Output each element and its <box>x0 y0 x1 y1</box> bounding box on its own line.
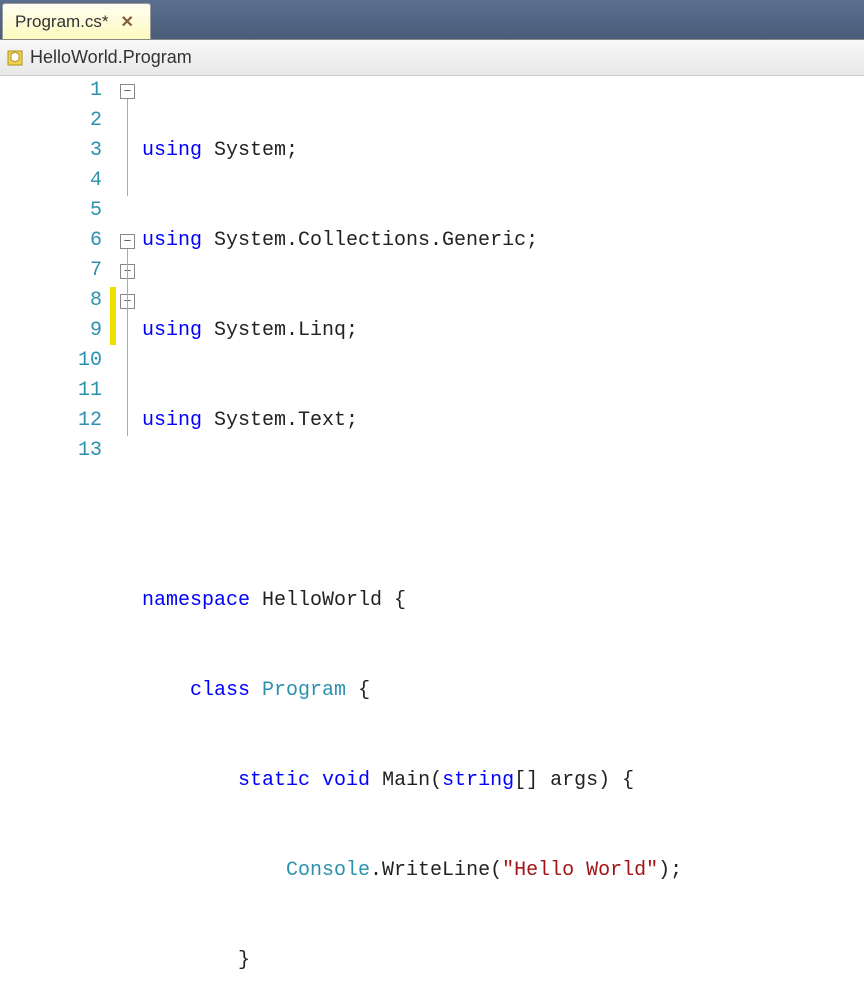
code-line: using System.Text; <box>142 406 682 436</box>
navigation-bar: HelloWorld.Program <box>0 40 864 76</box>
code-editor[interactable]: 1 2 3 4 5 6 7 8 9 10 11 12 13 − − − − us… <box>0 76 864 1008</box>
code-line: static void Main(string[] args) { <box>142 766 682 796</box>
tab-program-cs[interactable]: Program.cs* ✕ <box>2 3 151 39</box>
line-number: 7 <box>0 256 110 286</box>
code-line: namespace HelloWorld { <box>142 586 682 616</box>
modification-margin <box>110 76 118 1008</box>
line-number: 6 <box>0 226 110 256</box>
modified-marker <box>110 287 116 345</box>
line-number: 5 <box>0 196 110 226</box>
line-number: 1 <box>0 76 110 106</box>
line-number: 8 <box>0 286 110 316</box>
line-number: 11 <box>0 376 110 406</box>
code-line: using System; <box>142 136 682 166</box>
code-area[interactable]: using System; using System.Collections.G… <box>142 76 682 1008</box>
line-number: 3 <box>0 136 110 166</box>
line-number: 9 <box>0 316 110 346</box>
fold-guide <box>127 249 128 436</box>
code-line: using System.Linq; <box>142 316 682 346</box>
code-line <box>142 496 682 526</box>
collapse-icon[interactable]: − <box>120 84 135 99</box>
collapse-icon[interactable]: − <box>120 234 135 249</box>
line-number-gutter: 1 2 3 4 5 6 7 8 9 10 11 12 13 <box>0 76 110 1008</box>
close-icon[interactable]: ✕ <box>119 12 136 32</box>
line-number: 10 <box>0 346 110 376</box>
code-line: class Program { <box>142 676 682 706</box>
class-icon <box>6 49 24 67</box>
fold-guide <box>127 99 128 196</box>
tab-bar: Program.cs* ✕ <box>0 0 864 40</box>
tab-title: Program.cs* <box>15 12 109 32</box>
code-line: Console.WriteLine("Hello World"); <box>142 856 682 886</box>
outlining-margin: − − − − <box>118 76 142 476</box>
navigation-label: HelloWorld.Program <box>30 47 192 68</box>
line-number: 4 <box>0 166 110 196</box>
line-number: 2 <box>0 106 110 136</box>
line-number: 13 <box>0 436 110 466</box>
code-line: } <box>142 946 682 976</box>
code-line: using System.Collections.Generic; <box>142 226 682 256</box>
line-number: 12 <box>0 406 110 436</box>
